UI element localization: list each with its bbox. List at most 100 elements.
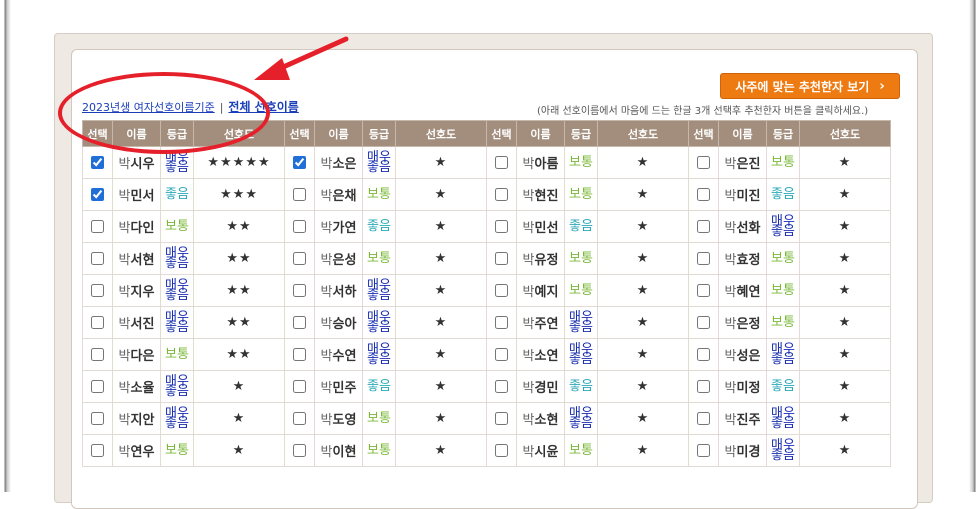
name-select-checkbox[interactable] xyxy=(495,252,508,265)
given-name: 소율 xyxy=(130,381,155,396)
given-name: 소현 xyxy=(534,413,559,428)
recommend-hanja-label: 사주에 맞는 추천한자 보기 xyxy=(735,79,870,94)
grade-cell: 매우 좋음 xyxy=(564,338,598,371)
name-select-checkbox[interactable] xyxy=(293,412,306,425)
name-select-checkbox[interactable] xyxy=(495,348,508,361)
grade-label: 매우 좋음 xyxy=(569,407,593,430)
grade-label: 매우 좋음 xyxy=(165,279,189,302)
grade-cell: 보통 xyxy=(564,178,598,211)
preference-stars: ★★ xyxy=(193,242,285,275)
name-select-checkbox[interactable] xyxy=(495,156,508,169)
grade-label: 보통 xyxy=(569,282,593,298)
preference-stars: ★ xyxy=(597,402,689,435)
surname: 박 xyxy=(522,285,535,300)
name-cell: 박효정 xyxy=(718,242,767,275)
name-select-checkbox[interactable] xyxy=(697,444,710,457)
given-name: 효정 xyxy=(736,253,761,268)
name-select-checkbox[interactable] xyxy=(697,156,710,169)
name-select-checkbox[interactable] xyxy=(91,444,104,457)
name-select-checkbox[interactable] xyxy=(91,284,104,297)
name-cell: 박지우 xyxy=(112,274,161,307)
name-select-checkbox[interactable] xyxy=(91,380,104,393)
name-select-checkbox[interactable] xyxy=(91,220,104,233)
name-select-checkbox[interactable] xyxy=(495,444,508,457)
surname: 박 xyxy=(522,317,535,332)
grade-label: 매우 좋음 xyxy=(569,343,593,366)
name-select-checkbox[interactable] xyxy=(293,156,306,169)
grade-cell: 좋음 xyxy=(766,370,800,403)
preference-stars: ★ xyxy=(597,146,689,179)
name-select-checkbox[interactable] xyxy=(697,316,710,329)
select-cell xyxy=(688,402,719,435)
name-select-checkbox[interactable] xyxy=(697,412,710,425)
preference-stars: ★★★ xyxy=(193,178,285,211)
name-select-checkbox[interactable] xyxy=(91,348,104,361)
name-select-checkbox[interactable] xyxy=(697,348,710,361)
name-cell: 박경민 xyxy=(516,370,565,403)
surname: 박 xyxy=(724,221,737,236)
name-select-checkbox[interactable] xyxy=(495,412,508,425)
name-select-checkbox[interactable] xyxy=(91,156,104,169)
grade-label: 좋음 xyxy=(569,218,593,234)
name-select-checkbox[interactable] xyxy=(293,252,306,265)
name-select-checkbox[interactable] xyxy=(91,412,104,425)
select-cell xyxy=(82,242,113,275)
name-select-checkbox[interactable] xyxy=(697,380,710,393)
select-cell xyxy=(486,370,517,403)
grade-label: 보통 xyxy=(367,250,391,266)
grade-cell: 매우 좋음 xyxy=(362,146,396,179)
name-select-checkbox[interactable] xyxy=(697,252,710,265)
grade-label: 매우 좋음 xyxy=(771,407,795,431)
grade-label: 좋음 xyxy=(771,378,795,394)
select-cell xyxy=(284,402,315,435)
surname: 박 xyxy=(118,221,131,236)
preference-stars: ★ xyxy=(799,370,891,403)
name-select-checkbox[interactable] xyxy=(293,348,306,361)
name-select-checkbox[interactable] xyxy=(495,316,508,329)
preference-stars: ★ xyxy=(395,210,487,243)
preference-stars: ★ xyxy=(395,242,487,275)
given-name: 서현 xyxy=(130,253,155,268)
recommend-hanja-button[interactable]: 사주에 맞는 추천한자 보기 › xyxy=(720,73,900,99)
grade-cell: 매우 좋음 xyxy=(766,402,800,435)
given-name: 시우 xyxy=(130,157,155,172)
name-select-checkbox[interactable] xyxy=(91,188,104,201)
name-select-checkbox[interactable] xyxy=(91,252,104,265)
name-cell: 박성은 xyxy=(718,338,767,371)
name-cell: 박아름 xyxy=(516,146,565,179)
name-select-checkbox[interactable] xyxy=(697,188,710,201)
name-select-checkbox[interactable] xyxy=(293,284,306,297)
grade-label: 좋음 xyxy=(165,186,189,202)
name-select-checkbox[interactable] xyxy=(293,220,306,233)
name-select-checkbox[interactable] xyxy=(293,444,306,457)
name-select-checkbox[interactable] xyxy=(495,284,508,297)
given-name: 지안 xyxy=(130,413,155,428)
name-select-checkbox[interactable] xyxy=(91,316,104,329)
name-select-checkbox[interactable] xyxy=(495,188,508,201)
name-cell: 박소연 xyxy=(516,338,565,371)
preference-stars: ★ xyxy=(799,274,891,307)
given-name: 현진 xyxy=(534,189,559,204)
name-select-checkbox[interactable] xyxy=(293,380,306,393)
grade-label-line: 좋음 xyxy=(771,415,795,431)
surname: 박 xyxy=(320,285,333,300)
grade-cell: 매우 좋음 xyxy=(362,274,396,307)
grade-label-line: 좋음 xyxy=(771,223,795,239)
name-select-checkbox[interactable] xyxy=(697,220,710,233)
grade-label-line: 좋음 xyxy=(367,319,391,335)
name-select-checkbox[interactable] xyxy=(697,284,710,297)
name-select-checkbox[interactable] xyxy=(495,220,508,233)
preference-stars: ★ xyxy=(597,306,689,339)
column-header: 이름 xyxy=(718,120,767,147)
name-select-checkbox[interactable] xyxy=(293,188,306,201)
preference-stars: ★ xyxy=(799,402,891,435)
select-cell xyxy=(284,306,315,339)
select-cell xyxy=(486,402,517,435)
preference-stars: ★ xyxy=(395,370,487,403)
grade-label: 매우 좋음 xyxy=(569,311,593,334)
grade-label: 매우 좋음 xyxy=(165,407,189,430)
window-edge-right xyxy=(968,0,980,492)
name-select-checkbox[interactable] xyxy=(495,380,508,393)
surname: 박 xyxy=(320,221,333,236)
name-select-checkbox[interactable] xyxy=(293,316,306,329)
